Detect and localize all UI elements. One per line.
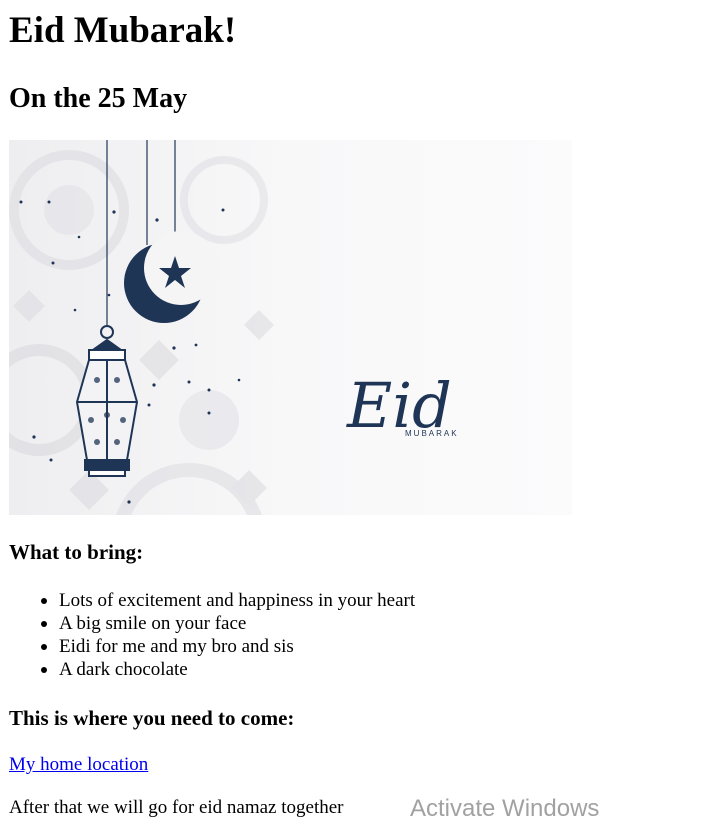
page-subtitle: On the 25 May [9, 83, 188, 114]
mubarak-small-text: MUBARAK [405, 429, 459, 438]
home-location-link[interactable]: My home location [9, 754, 148, 776]
bring-list: Lots of excitement and happiness in your… [9, 589, 415, 681]
list-item: Lots of excitement and happiness in your… [40, 590, 416, 611]
eid-mubarak-banner-image: Eid MUBARAK [9, 140, 572, 515]
activate-windows-watermark: Activate Windows [410, 795, 600, 822]
footer-text: After that we will go for eid namaz toge… [9, 797, 344, 818]
location-heading: This is where you need to come: [9, 706, 295, 730]
list-item: A dark chocolate [40, 658, 415, 681]
what-to-bring-heading: What to bring: [9, 540, 144, 564]
page-title: Eid Mubarak! [9, 10, 237, 51]
page: Eid Mubarak! On the 25 May Eid MUBARAK W… [0, 0, 710, 832]
list-item: Eidi for me and my bro and sis [40, 635, 415, 658]
list-item: A big smile on your face [40, 612, 415, 635]
